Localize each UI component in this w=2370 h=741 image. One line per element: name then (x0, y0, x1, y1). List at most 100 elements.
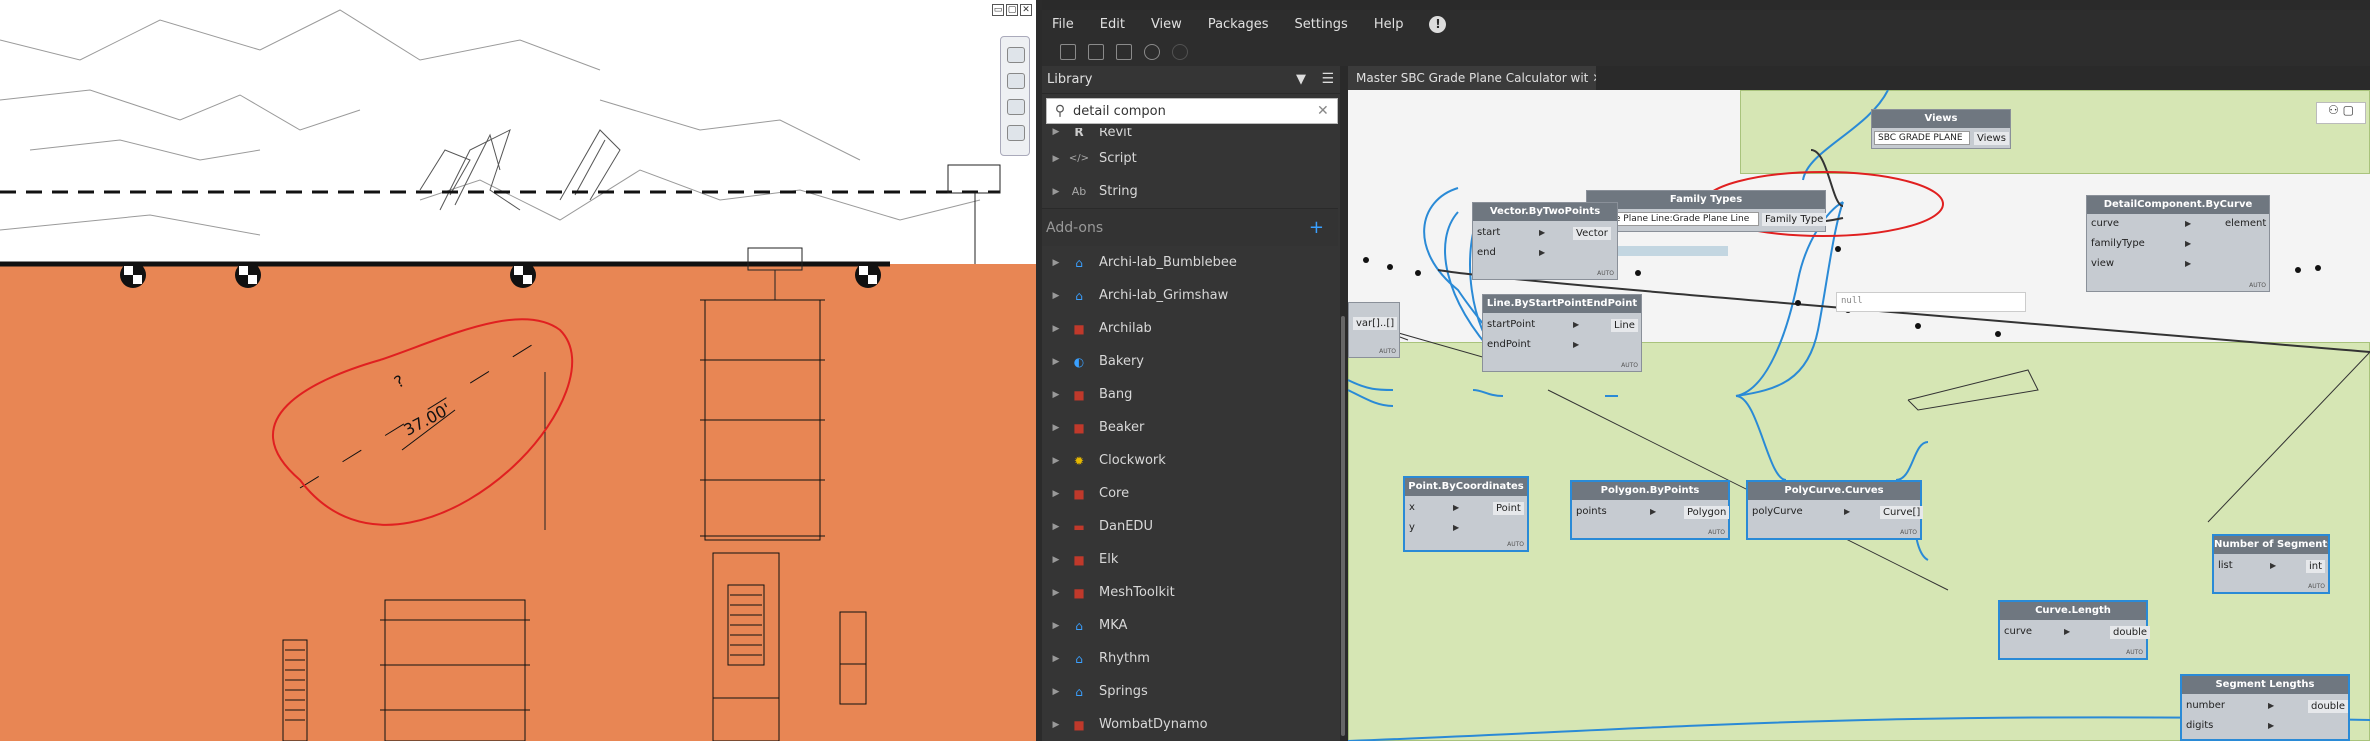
minimize-button[interactable]: ▭ (992, 4, 1004, 16)
input-port[interactable]: end (1477, 247, 1496, 258)
revit-window-controls: ▭ ▢ ✕ (992, 4, 1032, 16)
input-port[interactable]: view (2091, 258, 2114, 269)
menu-packages[interactable]: Packages (1208, 17, 1269, 32)
expand-icon: ▶ (1052, 389, 1060, 400)
library-scrollbar[interactable] (1340, 66, 1346, 741)
output-port[interactable]: Curve[] (1880, 506, 1924, 519)
close-button[interactable]: ✕ (1020, 4, 1032, 16)
input-port[interactable]: startPoint (1487, 319, 1535, 330)
menu-view[interactable]: View (1151, 17, 1182, 32)
addon-label: Beaker (1099, 420, 1145, 435)
graph-canvas[interactable]: Views SBC GRADE PLANE Views Family Types… (1348, 90, 2370, 741)
node-code-block[interactable]: var[]..[] AUTO (1348, 302, 1400, 358)
output-port[interactable]: element (2225, 218, 2266, 229)
input-port[interactable]: endPoint (1487, 339, 1531, 350)
node-vector-by-two-points[interactable]: Vector.ByTwoPoints start end ▶ ▶ Vector A… (1472, 202, 1618, 280)
library-category-revit[interactable]: ▶ R Revit (1042, 128, 1338, 142)
zoom-icon[interactable] (1007, 99, 1025, 115)
node-family-types[interactable]: Family Types Grade Plane Line:Grade Plan… (1586, 190, 1827, 232)
addon-item[interactable]: ▶ ■ Elk (1042, 543, 1338, 576)
output-port[interactable]: Polygon (1684, 506, 1730, 519)
node-polycurve-curves[interactable]: PolyCurve.Curves polyCurve ▶ Curve[] AUT… (1746, 480, 1924, 540)
output-port[interactable]: double (2110, 626, 2151, 639)
node-point-by-coordinates[interactable]: Point.ByCoordinates x y ▶ ▶ Point AUTO (1403, 476, 1529, 552)
navigation-bar (1000, 36, 1030, 156)
pan-icon[interactable] (1007, 73, 1025, 89)
node-views[interactable]: Views SBC GRADE PLANE Views (1871, 109, 2011, 149)
addon-item[interactable]: ▶ ■ MeshToolkit (1042, 576, 1338, 609)
output-port[interactable]: Line (1611, 319, 1638, 332)
menu-settings[interactable]: Settings (1294, 17, 1347, 32)
node-polygon-by-points[interactable]: Polygon.ByPoints points ▶ Polygon AUTO (1570, 480, 1730, 540)
addon-item[interactable]: ▶ ⌂ MKA (1042, 609, 1338, 642)
view-toggle-icon[interactable]: ⚇ ▢ (2316, 102, 2366, 124)
menu-file[interactable]: File (1052, 17, 1074, 32)
search-input[interactable] (1073, 103, 1313, 119)
output-port[interactable]: Vector (1573, 227, 1611, 240)
restore-button[interactable]: ▢ (1006, 4, 1018, 16)
addon-item[interactable]: ▶ ■ Archilab (1042, 312, 1338, 345)
zoom-region-icon[interactable] (1007, 125, 1025, 141)
input-port[interactable]: y (1409, 522, 1415, 533)
addon-item[interactable]: ▶ ■ Core (1042, 477, 1338, 510)
output-port[interactable]: int (2306, 560, 2326, 573)
input-port[interactable]: points (1576, 506, 1607, 517)
save-icon[interactable] (1116, 44, 1132, 60)
input-port[interactable]: curve (2091, 218, 2119, 229)
addon-item[interactable]: ▶ ⌂ Springs (1042, 675, 1338, 708)
output-port[interactable]: Views (1974, 132, 2009, 145)
addon-item[interactable]: ▶ ⌂ Rhythm (1042, 642, 1338, 675)
views-dropdown[interactable]: SBC GRADE PLANE (1874, 131, 1970, 145)
node-segment-lengths[interactable]: Segment Lengths number digits ▶ ▶ double (2180, 674, 2350, 741)
menu-help[interactable]: Help (1374, 17, 1404, 32)
steering-wheel-icon[interactable] (1007, 47, 1025, 63)
input-port[interactable]: familyType (2091, 238, 2145, 249)
node-curve-length[interactable]: Curve.Length curve ▶ double AUTO (1998, 600, 2151, 660)
input-port[interactable]: list (2218, 560, 2233, 571)
add-package-icon[interactable]: + (1309, 217, 1324, 238)
addon-label: Springs (1099, 684, 1148, 699)
input-port[interactable]: number (2186, 700, 2225, 711)
package-icon: ⌂ (1075, 684, 1083, 699)
output-port[interactable]: double (2308, 700, 2349, 713)
open-file-icon[interactable] (1088, 44, 1104, 60)
addon-item[interactable]: ▶ ■ Beaker (1042, 411, 1338, 444)
revit-view[interactable]: ? 37.00' ▭ ▢ ✕ (0, 0, 1036, 741)
node-detail-component[interactable]: DetailComponent.ByCurve curve familyType… (2086, 195, 2270, 292)
workspace-tab[interactable]: Master SBC Grade Plane Calculator wit ✕ (1348, 66, 1596, 90)
clear-search-icon[interactable]: ✕ (1317, 103, 1329, 119)
node-number-of-segments[interactable]: Number of Segments list ▶ int AUTO (2212, 534, 2330, 594)
output-port[interactable]: var[]..[] (1353, 317, 1398, 330)
new-file-icon[interactable] (1060, 44, 1076, 60)
addon-item[interactable]: ▶ ▬ DanEDU (1042, 510, 1338, 543)
layout-menu-icon[interactable]: ☰ (1321, 71, 1334, 87)
node-title: Number of Segments (2214, 536, 2328, 554)
menu-edit[interactable]: Edit (1100, 17, 1125, 32)
input-port[interactable]: start (1477, 227, 1500, 238)
library-category-string[interactable]: ▶ Ab String (1042, 175, 1338, 208)
input-port[interactable]: x (1409, 502, 1415, 513)
undo-icon[interactable] (1144, 44, 1160, 60)
input-port[interactable]: curve (2004, 626, 2032, 637)
scrollbar-thumb[interactable] (1341, 316, 1345, 736)
package-icon: ■ (1073, 321, 1085, 336)
addon-item[interactable]: ▶ ■ WombatDynamo (1042, 708, 1338, 741)
output-port[interactable]: Family Type (1762, 213, 1827, 226)
addon-item[interactable]: ▶ ⌂ Archi-lab_Grimshaw (1042, 279, 1338, 312)
addon-item[interactable]: ▶ ⌂ Archi-lab_Bumblebee (1042, 246, 1338, 279)
filter-icon[interactable]: ▼ (1296, 72, 1306, 87)
addon-item[interactable]: ▶ ◐ Bakery (1042, 345, 1338, 378)
addon-item[interactable]: ▶ ✹ Clockwork (1042, 444, 1338, 477)
input-port[interactable]: digits (2186, 720, 2213, 731)
node-line-by-start-point-end-point[interactable]: Line.ByStartPointEndPoint startPoint end… (1482, 294, 1642, 372)
input-port[interactable]: polyCurve (1752, 506, 1803, 517)
close-tab-icon[interactable]: ✕ (1592, 71, 1596, 85)
library-category-script[interactable]: ▶ </> Script (1042, 142, 1338, 175)
redo-icon[interactable] (1172, 44, 1188, 60)
notification-icon[interactable]: ! (1429, 15, 1447, 33)
addon-item[interactable]: ▶ ■ Bang (1042, 378, 1338, 411)
package-icon: ✹ (1073, 453, 1085, 468)
node-preview: null (1836, 292, 2026, 312)
output-port[interactable]: Point (1493, 502, 1524, 515)
expand-icon: ▶ (1052, 257, 1060, 268)
